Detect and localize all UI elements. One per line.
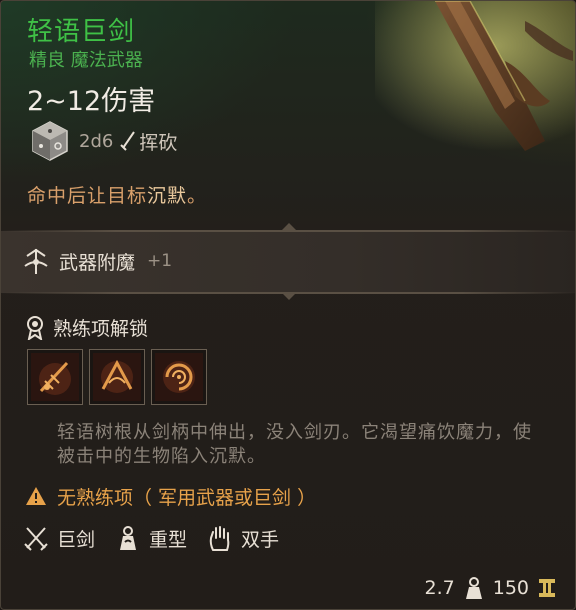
property-heavy[interactable]: 重型 [115,524,187,552]
proficiency-label: 熟练项解锁 [53,317,149,340]
proficiency-warning: 无熟练项（ 军用武器或巨剑 ） [25,481,316,511]
on-hit-effect: 命中后让目标沉默。 [27,181,207,208]
whirl-action-icon [155,353,203,401]
property-two-handed[interactable]: 双手 [207,524,279,552]
warning-icon [26,487,46,505]
effect-prefix: 命中后让目标 [27,185,148,207]
action-slot-2[interactable] [89,349,145,405]
item-footer: 2.7 150 [425,573,557,603]
hand-icon [209,526,230,551]
enchant-value: +1 [147,251,173,271]
property-label: 双手 [241,528,280,551]
proficiency-unlock-header: 熟练项解锁 [23,313,148,341]
damage-type: 挥砍 [139,131,178,154]
gold-coin-icon [539,579,555,597]
property-greatsword[interactable]: 巨剑 [23,524,95,552]
weight-value: 2.7 [424,577,455,599]
greatsword-art-icon [375,1,575,151]
cleave-action-icon [93,353,141,401]
item-rarity-type: 精良 魔法武器 [29,50,143,71]
dice-icon [32,121,68,161]
action-slot-1[interactable] [27,349,83,405]
property-label: 重型 [149,528,188,551]
weapon-enchantment[interactable]: 武器附魔 +1 [21,243,172,279]
dice-value: 2d6 [79,130,114,152]
item-properties: 巨剑 重型 双手 [23,521,299,555]
damage-dice-row: 2d6 挥砍 [29,121,177,161]
warning-text: 无熟练项（ 军用武器或巨剑 ） [57,486,317,509]
strike-action-icon [31,353,79,401]
action-slots [27,349,207,405]
divider-notch-bottom [281,292,297,300]
item-description: 轻语树根从剑柄中伸出，没入剑刃。它渴望痛饮魔力，使被击中的生物陷入沉默。 [57,422,532,467]
weight-icon [465,577,482,599]
action-slot-3[interactable] [151,349,207,405]
divider-notch-top [281,223,297,231]
silence-keyword[interactable]: 沉默 [147,185,187,207]
proficiency-badge-icon [27,316,43,340]
item-name: 轻语巨剑 [27,17,136,47]
crossed-swords-icon [24,527,48,551]
item-tooltip: 轻语巨剑 精良 魔法武器 2~12伤害 2d6 挥砍 命中后让目标沉默。 武器附… [0,0,576,610]
effect-suffix: 。 [187,185,208,207]
enchantment-icon [24,248,48,274]
enchant-label: 武器附魔 [59,251,136,274]
property-label: 巨剑 [57,528,96,551]
gold-value: 150 [492,577,529,599]
weight-icon [120,526,137,550]
item-damage: 2~12伤害 [27,86,156,117]
slashing-icon [120,131,136,151]
